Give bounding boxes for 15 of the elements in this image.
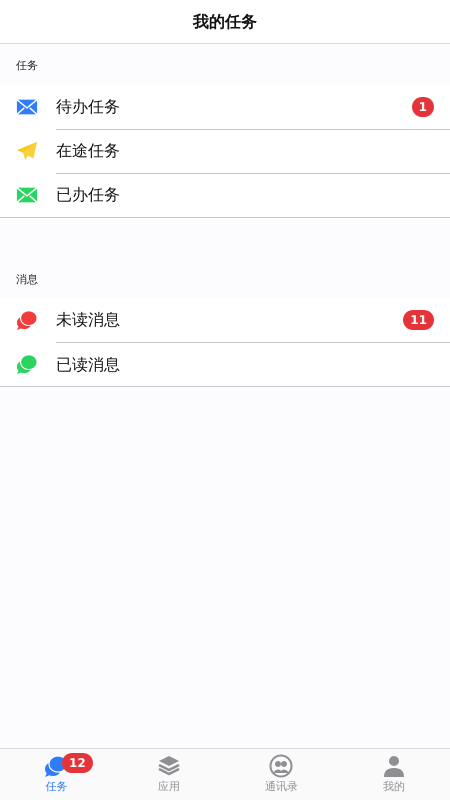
layers-icon: [156, 754, 181, 778]
person-icon: [382, 754, 406, 778]
contacts-icon: [269, 754, 294, 778]
count-badge: 11: [403, 310, 434, 330]
list-item[interactable]: 在途任务: [0, 128, 450, 172]
list-item[interactable]: 已办任务: [0, 172, 450, 216]
section-title: 任务: [15, 58, 39, 74]
count-badge: 12: [62, 753, 93, 773]
list-item[interactable]: 待办任务 1: [0, 84, 450, 128]
tab-item[interactable]: 任务 12: [0, 749, 112, 800]
count-badge: 1: [412, 96, 434, 116]
page-title: 我的任务: [193, 10, 257, 32]
section-title: 消息: [15, 272, 39, 288]
list-item[interactable]: 未读消息 11: [0, 298, 450, 342]
list-item[interactable]: 已读消息: [0, 342, 450, 386]
